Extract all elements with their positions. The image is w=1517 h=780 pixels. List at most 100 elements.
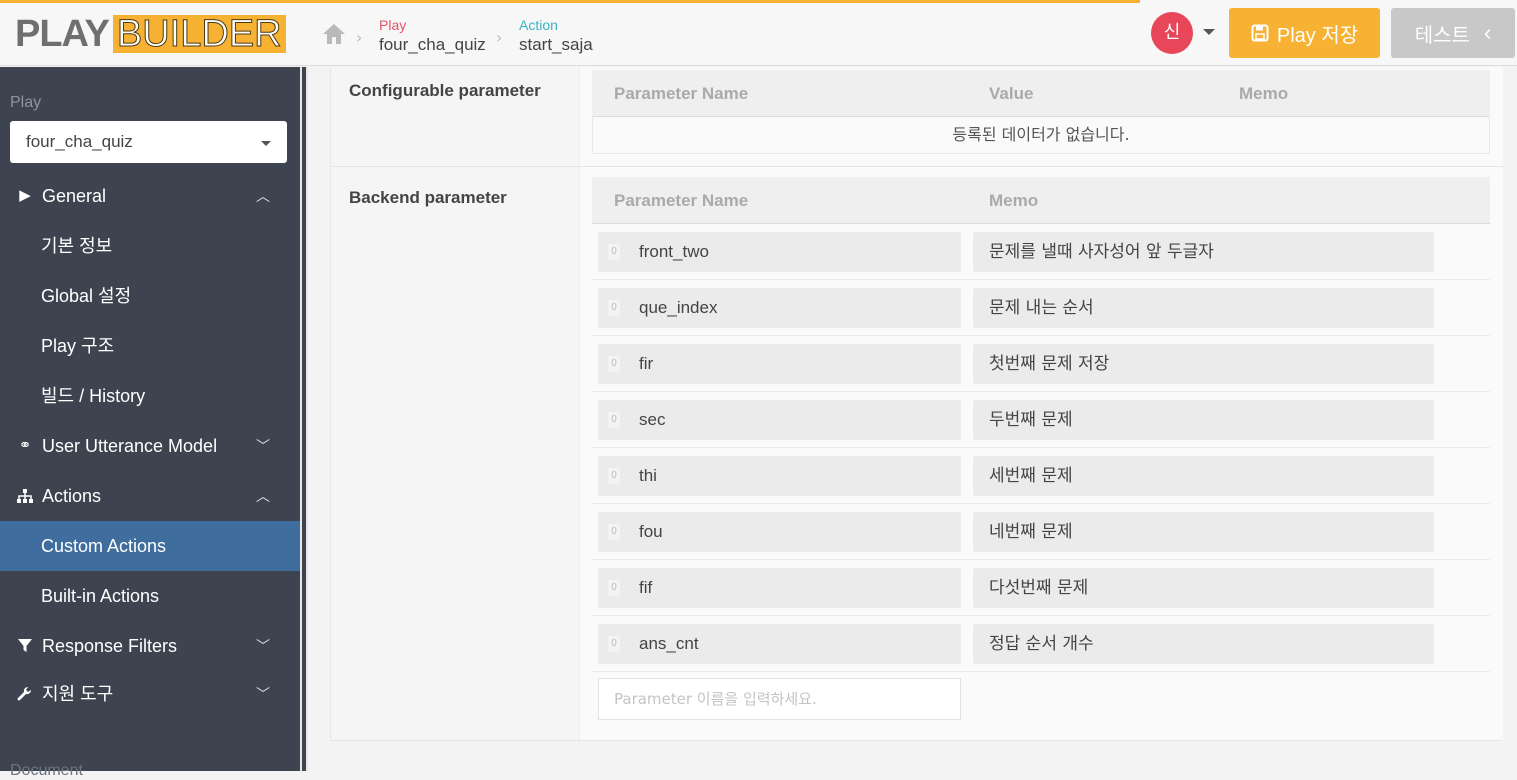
table-row: 0 thi 세번째 문제 [592, 448, 1490, 504]
parameter-tag: 0 [608, 412, 620, 428]
parameter-memo-field[interactable]: 다섯번째 문제 [973, 568, 1434, 608]
play-select-value: four_cha_quiz [26, 132, 133, 151]
wrench-icon [15, 669, 35, 719]
sidebar-scrollbar[interactable] [300, 67, 308, 771]
parameter-tag: 0 [608, 636, 620, 652]
home-icon[interactable] [321, 22, 347, 46]
col-parameter-name: Parameter Name [614, 191, 749, 210]
parameter-name: ans_cnt [639, 634, 699, 653]
parameter-tag: 0 [608, 468, 620, 484]
user-avatar[interactable]: 신 [1151, 12, 1193, 54]
empty-state-text: 등록된 데이터가 없습니다. [592, 116, 1490, 154]
parameter-name-field[interactable]: 0 sec [598, 400, 961, 440]
sidebar-item-basic-info[interactable]: 기본 정보 [0, 221, 300, 271]
sidebar-item-actions[interactable]: Actions ︿ [0, 471, 300, 521]
breadcrumb-action-value: start_saja [519, 35, 593, 54]
configurable-parameter-title: Configurable parameter [349, 81, 541, 100]
play-icon: ▶ [19, 187, 31, 204]
parameter-name-field[interactable]: 0 fou [598, 512, 961, 552]
sidebar-item-label: 기본 정보 [41, 236, 113, 256]
breadcrumb-play-value: four_cha_quiz [379, 35, 486, 54]
sidebar-item-general[interactable]: ▶ General ︿ [0, 171, 300, 221]
sidebar-item-build-history[interactable]: 빌드 / History [0, 371, 300, 421]
caret-down-icon[interactable] [1203, 29, 1215, 35]
sidebar-scroll-thumb[interactable] [302, 67, 306, 771]
parameter-name: front_two [639, 242, 709, 261]
sidebar-item-custom-actions[interactable]: Custom Actions [0, 521, 300, 571]
sidebar-item-label: General [42, 186, 107, 206]
sidebar-item-label: Play 구조 [41, 336, 115, 356]
sidebar-item-label: Response Filters [42, 636, 178, 656]
table-row: 0 que_index 문제 내는 순서 [592, 280, 1490, 336]
chevron-right-icon: › [496, 28, 503, 47]
parameter-name-field[interactable]: 0 ans_cnt [598, 624, 961, 664]
parameter-name: fir [639, 354, 654, 373]
configurable-table-header: Parameter Name Value Memo [592, 70, 1490, 117]
chevron-down-icon: ﹀ [256, 438, 270, 454]
chevron-up-icon: ︿ [256, 188, 270, 204]
parameter-name-field[interactable]: 0 thi [598, 456, 961, 496]
parameter-tag: 0 [608, 524, 620, 540]
play-select[interactable]: four_cha_quiz [10, 121, 287, 163]
parameter-memo-field[interactable]: 세번째 문제 [973, 456, 1434, 496]
parameter-name: fif [639, 578, 653, 597]
parameter-memo-field[interactable]: 문제 내는 순서 [973, 288, 1434, 328]
link-icon: ⚭ [18, 437, 32, 454]
table-row: 0 front_two 문제를 낼때 사자성어 앞 두글자 [592, 224, 1490, 280]
sidebar-item-label: Actions [42, 486, 102, 506]
caret-down-icon [261, 141, 271, 146]
parameter-tag: 0 [608, 580, 620, 596]
chevron-down-icon: ﹀ [256, 638, 270, 654]
sidebar-document-label: Document [10, 762, 83, 779]
sidebar-item-play-structure[interactable]: Play 구조 [0, 321, 300, 371]
breadcrumb-play[interactable]: Play four_cha_quiz [379, 16, 486, 56]
table-row: 0 sec 두번째 문제 [592, 392, 1490, 448]
configurable-parameter-body: Parameter Name Value Memo 등록된 데이터가 없습니다. [579, 67, 1503, 166]
sidebar-item-built-in-actions[interactable]: Built-in Actions [0, 571, 300, 621]
parameter-memo-field[interactable]: 네번째 문제 [973, 512, 1434, 552]
play-save-button[interactable]: Play 저장 [1229, 8, 1380, 58]
chevron-left-icon: ‹ [1483, 20, 1492, 45]
test-label: 테스트 [1414, 24, 1470, 47]
parameter-memo-field[interactable]: 정답 순서 개수 [973, 624, 1434, 664]
top-accent-line [0, 0, 1140, 3]
filter-icon [15, 621, 35, 671]
parameter-name: thi [639, 466, 657, 485]
parameter-tag: 0 [608, 300, 620, 316]
parameter-tag: 0 [608, 244, 620, 260]
parameter-memo-field[interactable]: 문제를 낼때 사자성어 앞 두글자 [973, 232, 1434, 272]
table-row: 0 ans_cnt 정답 순서 개수 [592, 616, 1490, 672]
sidebar-item-label: User Utterance Model [42, 436, 218, 456]
backend-parameter-body: Parameter Name Memo 0 front_two 문제를 낼때 사자… [579, 167, 1503, 740]
col-memo: Memo [1239, 84, 1289, 103]
table-row: 0 fou 네번째 문제 [592, 504, 1490, 560]
action-parameter-panel: Configurable parameter Parameter Name Va… [330, 67, 1503, 741]
play-save-label: Play 저장 [1276, 24, 1359, 47]
parameter-memo-field[interactable]: 첫번째 문제 저장 [973, 344, 1434, 384]
breadcrumb-action-kind: Action [519, 17, 558, 33]
logo-play-text: PLAY [15, 13, 110, 55]
sidebar-item-global-settings[interactable]: Global 설정 [0, 271, 300, 321]
sidebar-play-label: Play [10, 94, 42, 111]
backend-table-header: Parameter Name Memo [592, 177, 1490, 224]
parameter-name-field[interactable]: 0 que_index [598, 288, 961, 328]
table-row: 0 fif 다섯번째 문제 [592, 560, 1490, 616]
chevron-right-icon: › [356, 28, 363, 47]
sidebar-item-label: 빌드 / History [41, 386, 146, 406]
floppy-disk-icon [1251, 24, 1269, 42]
sidebar-item-user-utterance-model[interactable]: ⚭ User Utterance Model ﹀ [0, 421, 300, 471]
parameter-name-field[interactable]: 0 fif [598, 568, 961, 608]
playbuilder-logo[interactable]: PLAY BUILDER [15, 13, 286, 55]
new-parameter-input[interactable]: Parameter 이름을 입력하세요. [598, 678, 961, 720]
breadcrumb-action[interactable]: Action start_saja [519, 16, 593, 56]
sidebar-item-support-tools[interactable]: 지원 도구 ﹀ [0, 669, 300, 719]
parameter-name-field[interactable]: 0 front_two [598, 232, 961, 272]
parameter-name-field[interactable]: 0 fir [598, 344, 961, 384]
sidebar-item-response-filters[interactable]: Response Filters ﹀ [0, 621, 300, 671]
col-memo: Memo [989, 191, 1039, 210]
top-header: PLAY BUILDER › Play four_cha_quiz › Acti… [0, 0, 1517, 66]
col-value: Value [989, 84, 1034, 103]
test-button[interactable]: 테스트 ‹ [1391, 8, 1515, 58]
parameter-tag: 0 [608, 356, 620, 372]
parameter-memo-field[interactable]: 두번째 문제 [973, 400, 1434, 440]
